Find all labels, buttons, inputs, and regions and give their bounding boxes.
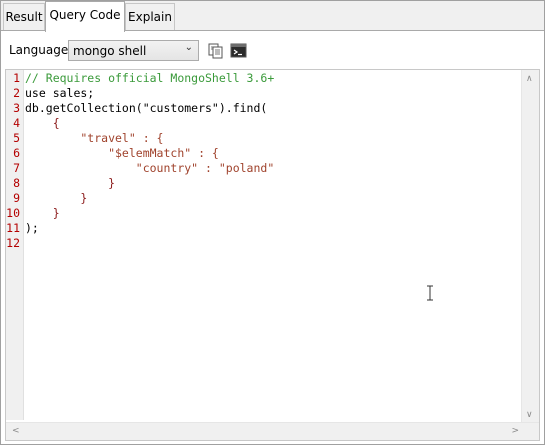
chevron-down-icon: ⌄ [184,42,193,53]
line-number: 6 [13,146,20,160]
tab-explain[interactable]: Explain [125,3,175,30]
line-number: 3 [13,101,20,115]
line-number: 2 [13,86,20,100]
code-text: use sales; [25,86,95,100]
line-number: 7 [13,161,20,175]
language-select-value: mongo shell [73,44,147,58]
code-editor[interactable]: 1 // Requires official MongoShell 3.6+ 2u… [5,69,540,441]
language-label: Language: [9,43,73,57]
line-number: 9 [13,191,20,205]
scroll-left-icon[interactable]: < [12,425,20,437]
code-text: "$elemMatch" : { [25,146,219,160]
code-line: 1 // Requires official MongoShell 3.6+ [6,71,526,86]
code-line: 8 } [6,176,526,191]
line-number: 4 [13,116,20,130]
scroll-down-icon[interactable]: ∨ [526,409,533,421]
code-text: "travel" : { [25,131,164,145]
language-select[interactable]: mongo shell ⌄ [68,40,199,61]
code-line: 10 } [6,206,526,221]
code-line: 11); [6,221,526,236]
code-line: 3 db.getCollection("customers").find( [6,101,526,116]
line-number: 8 [13,176,20,190]
language-toolbar: Language: mongo shell ⌄ [1,31,544,67]
open-in-shell-icon[interactable] [230,42,248,60]
text-cursor-icon [424,284,436,302]
line-number: 10 [6,206,20,220]
code-text: } [25,206,60,220]
scroll-up-icon[interactable]: ∧ [526,73,533,85]
vertical-scrollbar[interactable]: ∧ ∨ [521,70,539,424]
query-code-window: Result Query Code Explain Language: mong… [0,0,545,445]
code-text: "country" : "poland" [25,161,275,175]
query-code-panel: Language: mongo shell ⌄ 1 // Requires of… [1,31,544,444]
code-text: } [25,176,116,190]
code-text: { [25,116,60,130]
tab-strip: Result Query Code Explain [1,1,544,32]
tab-query-code-label: Query Code [49,8,121,22]
code-line: 6 "$elemMatch" : { [6,146,526,161]
code-line: 7 "country" : "poland" [6,161,526,176]
code-text: db.getCollection("customers").find( [25,101,268,115]
code-line: 9 } [6,191,526,206]
tab-explain-label: Explain [128,10,172,24]
line-number: 12 [6,236,20,250]
code-text: } [25,191,88,205]
line-number: 1 [13,71,20,85]
scroll-right-icon[interactable]: > [511,425,519,437]
code-line: 2 use sales; [6,86,526,101]
line-number: 5 [13,131,20,145]
copy-icon[interactable] [207,42,225,60]
code-line: 12 [6,236,526,251]
code-line: 4 { [6,116,526,131]
line-number: 11 [6,221,20,235]
tab-result-label: Result [5,10,43,24]
tab-query-code[interactable]: Query Code [45,1,125,32]
horizontal-scrollbar[interactable]: < > [6,422,539,440]
code-text: // Requires official MongoShell 3.6+ [25,71,275,85]
code-lines: 1 // Requires official MongoShell 3.6+ 2u… [6,71,526,251]
code-line: 5 "travel" : { [6,131,526,146]
tab-result[interactable]: Result [3,3,45,30]
code-text: ); [25,221,39,235]
